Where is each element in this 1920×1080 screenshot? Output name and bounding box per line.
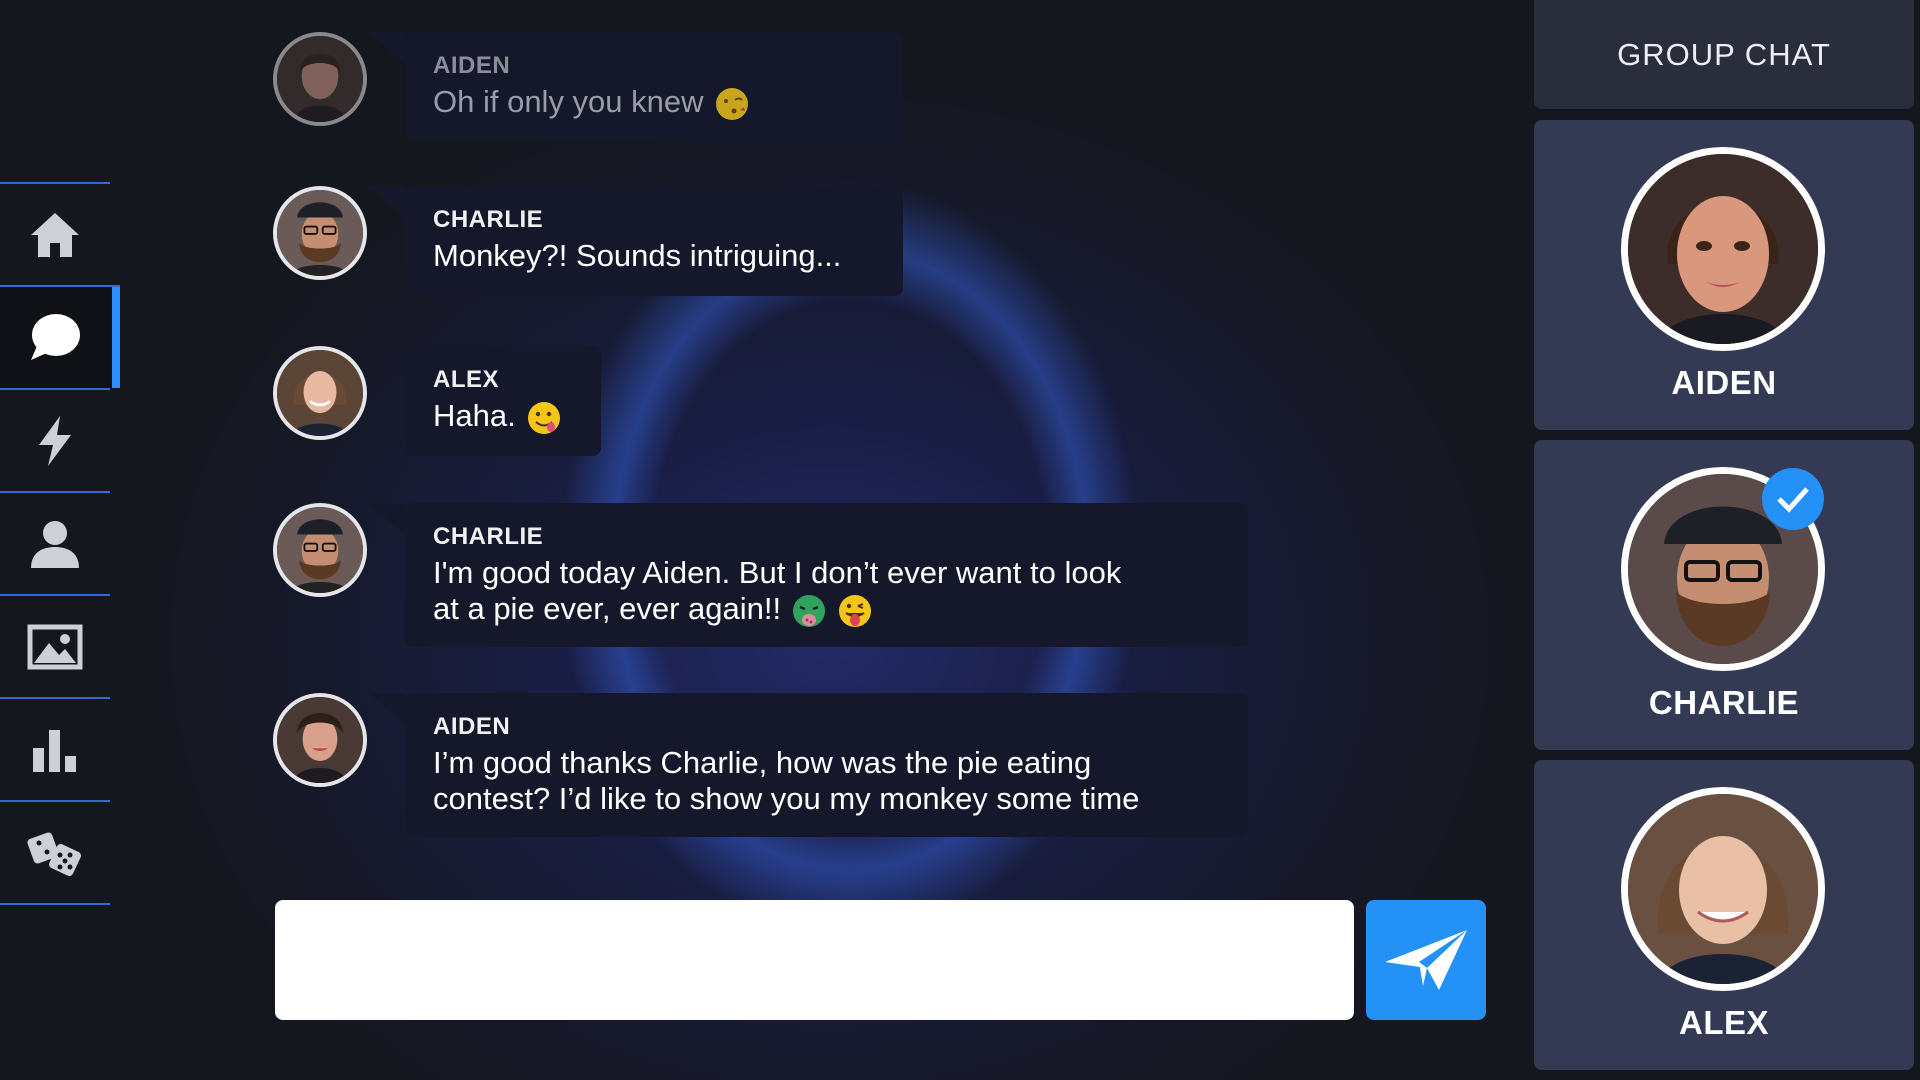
- chat-bubble-icon: [31, 313, 80, 360]
- avatar-aiden[interactable]: [273, 693, 367, 787]
- avatar-charlie[interactable]: [273, 186, 367, 280]
- user-icon: [31, 520, 79, 568]
- avatar-charlie[interactable]: [273, 503, 367, 597]
- avatar-aiden[interactable]: [273, 32, 367, 126]
- avatar: [1621, 787, 1825, 991]
- nav-item-chat[interactable]: [0, 285, 120, 388]
- nav-item-games[interactable]: [0, 800, 110, 905]
- paper-plane-icon: [1385, 930, 1467, 990]
- message-bubble: AIDEN Oh if only you knew: [369, 32, 903, 140]
- nav-item-gallery[interactable]: [0, 594, 110, 697]
- message-row: CHARLIE Monkey?! Sounds intriguing...: [273, 186, 903, 296]
- group-chat-header: GROUP CHAT: [1534, 0, 1914, 109]
- bar-chart-icon: [33, 729, 76, 772]
- group-members-panel: GROUP CHAT AIDEN CHARLIE ALEX: [1534, 0, 1920, 1080]
- message-sender: ALEX: [433, 366, 500, 393]
- member-name: ALEX: [1678, 1004, 1769, 1041]
- message-row: ALEX Haha.: [273, 346, 601, 456]
- member-card-alex[interactable]: ALEX: [1534, 760, 1914, 1070]
- message-text: Haha.: [433, 398, 516, 433]
- lightning-icon: [39, 415, 71, 466]
- message-row: AIDEN I’m good thanks Charlie, how was t…: [273, 693, 1248, 837]
- nav-item-stats[interactable]: [0, 697, 110, 800]
- message-bubble: CHARLIE Monkey?! Sounds intriguing...: [369, 186, 903, 296]
- image-icon: [27, 624, 83, 669]
- nauseated-face-emoji: [793, 594, 826, 627]
- kissing-face-emoji: [715, 87, 748, 120]
- sidebar-nav: [0, 182, 120, 905]
- message-sender: AIDEN: [433, 713, 511, 740]
- avatar: [1621, 147, 1825, 351]
- message-row: AIDEN Oh if only you knew: [273, 32, 903, 140]
- avatar-alex[interactable]: [273, 346, 367, 440]
- message-sender: AIDEN: [433, 52, 511, 79]
- message-text-line: contest? I’d like to show you my monkey …: [433, 781, 1140, 816]
- dice-icon: [27, 831, 81, 876]
- message-bubble: AIDEN I’m good thanks Charlie, how was t…: [369, 693, 1248, 837]
- message-text-line: I'm good today Aiden. But I don’t ever w…: [433, 555, 1122, 590]
- selected-check-icon: [1762, 468, 1824, 530]
- message-text-line: at a pie ever, ever again!!: [433, 591, 782, 626]
- message-input[interactable]: [275, 900, 1354, 1020]
- member-name: CHARLIE: [1648, 684, 1800, 721]
- message-text: Monkey?! Sounds intriguing...: [433, 238, 842, 273]
- send-button[interactable]: [1366, 900, 1486, 1020]
- message-text: Oh if only you knew: [433, 84, 704, 119]
- group-chat-title: GROUP CHAT: [1617, 36, 1831, 72]
- member-name: AIDEN: [1671, 364, 1777, 401]
- message-row: CHARLIE I'm good today Aiden. But I don’…: [273, 503, 1248, 647]
- member-card-aiden[interactable]: AIDEN: [1534, 120, 1914, 430]
- nav-item-activity[interactable]: [0, 388, 110, 491]
- message-sender: CHARLIE: [433, 206, 544, 233]
- nav-item-home[interactable]: [0, 182, 110, 285]
- home-icon: [31, 212, 79, 257]
- message-bubble: CHARLIE I'm good today Aiden. But I don’…: [369, 503, 1248, 647]
- nav-item-profile[interactable]: [0, 491, 110, 594]
- message-sender: CHARLIE: [433, 523, 544, 550]
- member-card-charlie[interactable]: CHARLIE: [1534, 440, 1914, 750]
- drooling-face-emoji: [527, 401, 560, 434]
- tongue-face-emoji: [839, 594, 872, 627]
- message-bubble: ALEX Haha.: [369, 346, 601, 456]
- message-text-line: I’m good thanks Charlie, how was the pie…: [433, 745, 1092, 780]
